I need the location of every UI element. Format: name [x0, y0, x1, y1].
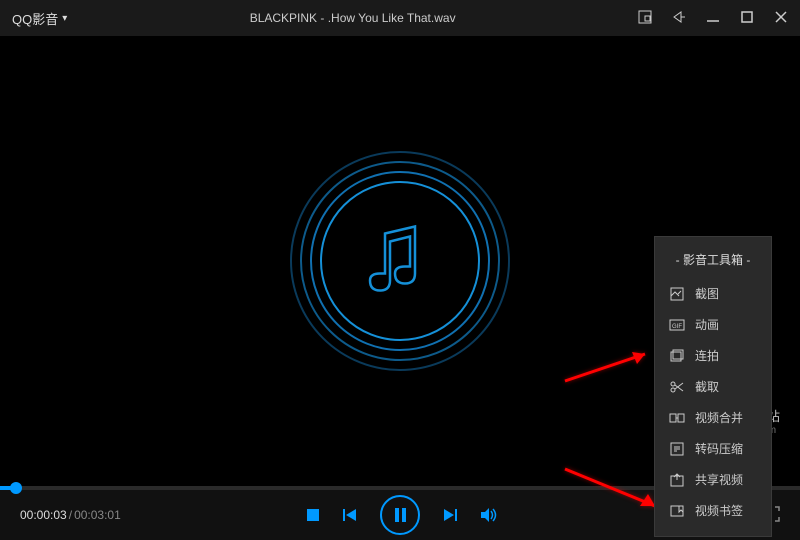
previous-button[interactable] [342, 508, 358, 522]
app-title-dropdown[interactable]: QQ影音 ▾ [12, 9, 67, 28]
tool-screenshot[interactable]: 截图 [655, 278, 771, 309]
total-time: 00:03:01 [74, 508, 121, 522]
file-title: BLACKPINK - .How You Like That.wav [67, 11, 638, 25]
close-button[interactable] [774, 10, 788, 27]
stop-button[interactable] [306, 508, 320, 522]
tool-label: 视频书签 [695, 502, 743, 519]
tool-gif[interactable]: GIF 动画 [655, 309, 771, 340]
merge-icon [669, 410, 685, 426]
tool-label: 共享视频 [695, 471, 743, 488]
tool-label: 转码压缩 [695, 440, 743, 457]
titlebar: QQ影音 ▾ BLACKPINK - .How You Like That.wa… [0, 0, 800, 36]
pin-icon[interactable] [672, 10, 686, 27]
tool-label: 连拍 [695, 347, 719, 364]
pause-button[interactable] [380, 495, 420, 535]
current-time: 00:00:03 [20, 508, 67, 522]
share-icon [669, 472, 685, 488]
time-separator: / [69, 508, 72, 522]
minimize-button[interactable] [706, 10, 720, 27]
tool-label: 视频合并 [695, 409, 743, 426]
tool-transcode[interactable]: 转码压缩 [655, 433, 771, 464]
progress-thumb[interactable] [10, 482, 22, 494]
svg-text:GIF: GIF [672, 324, 682, 330]
app-name: QQ影音 [12, 9, 58, 28]
window-controls [638, 10, 788, 27]
gif-icon: GIF [669, 317, 685, 333]
tool-label: 截取 [695, 378, 719, 395]
video-area[interactable]: - 影音工具箱 - 截图 GIF 动画 连拍 截取 视频合并 转码压缩 共享视频 [0, 36, 800, 486]
tool-share[interactable]: 共享视频 [655, 464, 771, 495]
tool-cut[interactable]: 截取 [655, 371, 771, 402]
tool-bookmark[interactable]: 视频书签 [655, 495, 771, 526]
tool-label: 截图 [695, 285, 719, 302]
tool-burst[interactable]: 连拍 [655, 340, 771, 371]
transcode-icon [669, 441, 685, 457]
burst-icon [669, 348, 685, 364]
screenshot-icon [669, 286, 685, 302]
next-button[interactable] [442, 508, 458, 522]
music-note-icon [365, 219, 435, 304]
audio-visualizer [290, 151, 510, 371]
mini-mode-icon[interactable] [638, 10, 652, 27]
bookmark-icon [669, 503, 685, 519]
tool-label: 动画 [695, 316, 719, 333]
scissors-icon [669, 379, 685, 395]
annotation-arrow [560, 346, 660, 391]
volume-button[interactable] [480, 507, 498, 523]
tool-merge[interactable]: 视频合并 [655, 402, 771, 433]
media-toolbox-panel: - 影音工具箱 - 截图 GIF 动画 连拍 截取 视频合并 转码压缩 共享视频 [654, 236, 772, 537]
maximize-button[interactable] [740, 10, 754, 27]
toolbox-title: - 影音工具箱 - [655, 247, 771, 278]
time-display: 00:00:03 / 00:03:01 [20, 508, 121, 522]
